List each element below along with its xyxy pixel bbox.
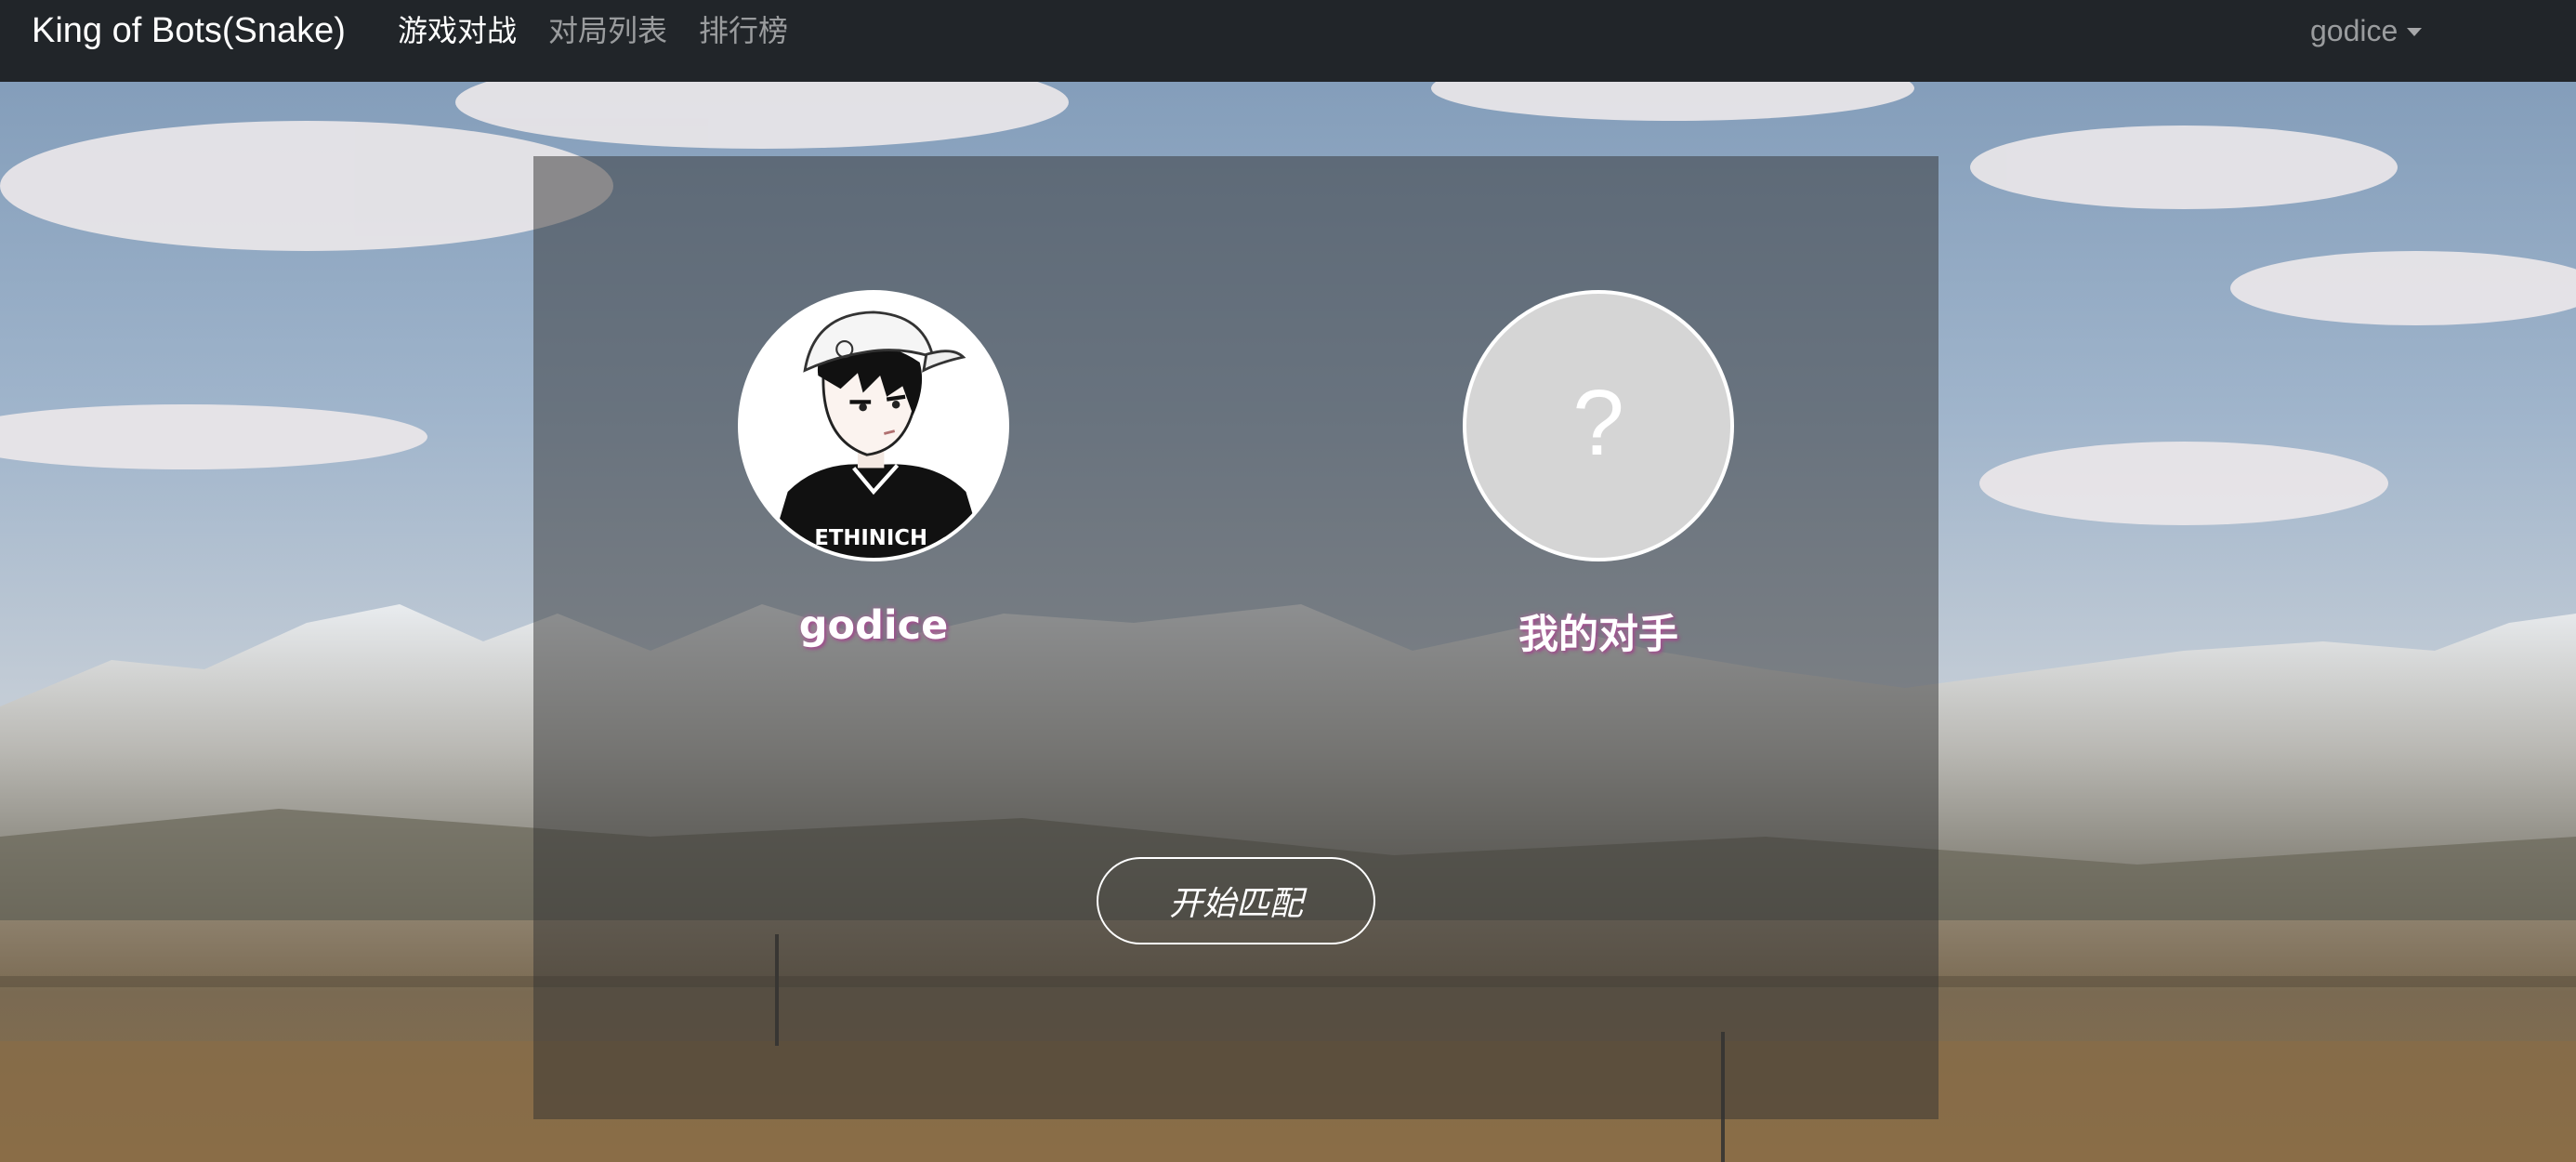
nav-link-ranklist[interactable]: 排行榜 <box>699 6 788 56</box>
start-match-label: 开始匹配 <box>1168 885 1303 923</box>
question-mark-icon: ? <box>1572 371 1624 475</box>
opponent-name: 我的对手 <box>1518 612 1678 658</box>
nav-links: 游戏对战 对局列表 排行榜 <box>398 6 820 56</box>
svg-text:ETHINICH: ETHINICH <box>814 526 927 550</box>
user-dropdown[interactable]: godice <box>2310 6 2423 56</box>
match-panel: ETHINICH godice ? 我的对手 开始匹配 <box>533 156 1939 1119</box>
opponent-player: ? 我的对手 <box>1459 290 1738 660</box>
nav-link-pk[interactable]: 游戏对战 <box>398 6 517 56</box>
caret-down-icon <box>2407 27 2423 36</box>
start-match-button[interactable]: 开始匹配 <box>1097 857 1375 944</box>
top-navbar: King of Bots(Snake) 游戏对战 对局列表 排行榜 godice <box>0 0 2576 82</box>
brand-link[interactable]: King of Bots(Snake) <box>32 6 346 56</box>
opponent-avatar: ? <box>1463 290 1734 561</box>
nav-link-record[interactable]: 对局列表 <box>548 6 667 56</box>
anime-avatar-icon: ETHINICH <box>742 294 1005 558</box>
page: King of Bots(Snake) 游戏对战 对局列表 排行榜 godice… <box>0 0 2576 1162</box>
my-name: godice <box>798 602 949 649</box>
my-player: ETHINICH godice <box>734 290 1013 649</box>
user-dropdown-label: godice <box>2310 14 2399 47</box>
my-avatar: ETHINICH <box>738 290 1009 561</box>
